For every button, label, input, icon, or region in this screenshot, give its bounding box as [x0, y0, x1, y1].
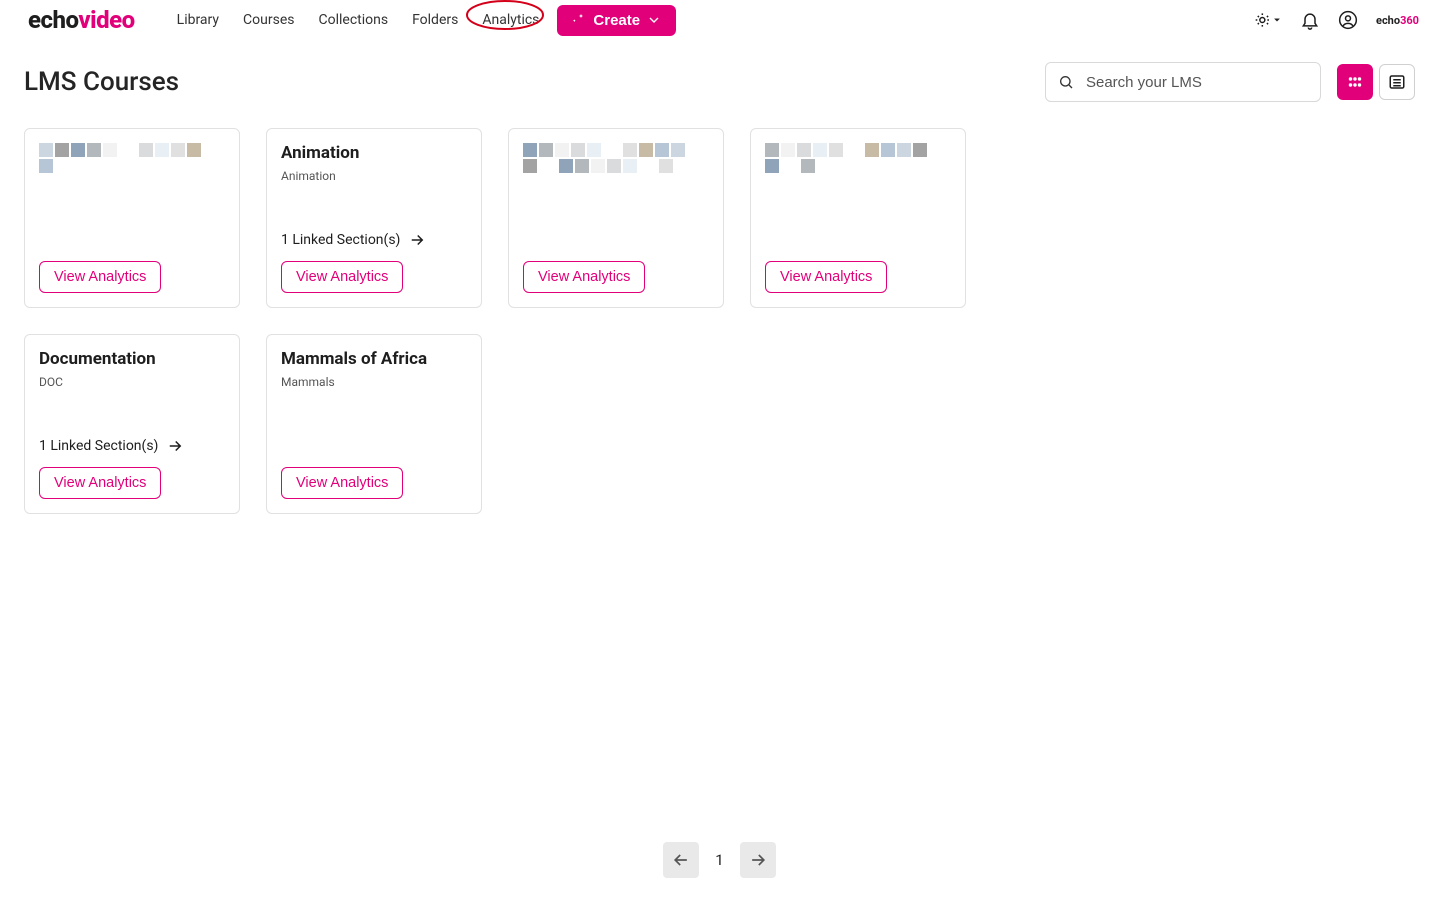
- echo360-badge[interactable]: echo360: [1376, 14, 1419, 27]
- redacted-title: [765, 143, 945, 173]
- linked-sections-link[interactable]: 1 Linked Section(s): [39, 437, 225, 455]
- nav-analytics[interactable]: Analytics: [470, 6, 551, 34]
- list-view-button[interactable]: [1379, 64, 1415, 100]
- arrow-right-icon: [748, 850, 768, 870]
- arrow-right-icon: [408, 231, 426, 249]
- course-card: Documentation DOC 1 Linked Section(s) View …: [24, 334, 240, 514]
- search-icon: [1058, 73, 1074, 91]
- linked-sections-label: 1 Linked Section(s): [39, 438, 158, 454]
- notifications-icon[interactable]: [1300, 10, 1320, 30]
- cards-container: View Analytics Animation Animation 1 Linked…: [0, 102, 1200, 514]
- prev-page-button[interactable]: [663, 842, 699, 878]
- nav-analytics-label: Analytics: [482, 12, 539, 28]
- grid-icon: [1346, 73, 1364, 91]
- course-card: View Analytics: [508, 128, 724, 308]
- card-subtitle: DOC: [39, 375, 225, 389]
- linked-sections-link[interactable]: 1 Linked Section(s): [281, 231, 467, 249]
- course-card: View Analytics: [24, 128, 240, 308]
- nav-courses[interactable]: Courses: [231, 6, 306, 34]
- account-icon[interactable]: [1338, 10, 1358, 30]
- create-label: Create: [593, 12, 640, 29]
- redacted-title: [39, 143, 219, 173]
- pagination: 1: [0, 842, 1439, 878]
- card-title: Mammals of Africa: [281, 349, 467, 369]
- brandmini-echo: echo: [1376, 14, 1400, 27]
- card-title: Animation: [281, 143, 467, 163]
- next-page-button[interactable]: [740, 842, 776, 878]
- view-analytics-button[interactable]: View Analytics: [39, 261, 161, 293]
- topbar-icons: echo360: [1254, 10, 1419, 30]
- card-subtitle: Animation: [281, 169, 467, 183]
- nav-collections[interactable]: Collections: [306, 6, 400, 34]
- arrow-left-icon: [671, 850, 691, 870]
- nav-library[interactable]: Library: [165, 6, 231, 34]
- top-nav: Library Courses Collections Folders Anal…: [165, 5, 676, 36]
- chevron-down-icon: [646, 12, 662, 28]
- brandmini-360: 360: [1400, 14, 1419, 27]
- logo-video: video: [78, 6, 134, 34]
- view-analytics-button[interactable]: View Analytics: [765, 261, 887, 293]
- logo-echo: echo: [28, 6, 78, 34]
- view-analytics-button[interactable]: View Analytics: [39, 467, 161, 499]
- view-analytics-button[interactable]: View Analytics: [281, 467, 403, 499]
- nav-folders[interactable]: Folders: [400, 6, 470, 34]
- view-analytics-button[interactable]: View Analytics: [523, 261, 645, 293]
- linked-sections-label: 1 Linked Section(s): [281, 232, 400, 248]
- search-container[interactable]: [1045, 62, 1321, 102]
- settings-dropdown-icon[interactable]: [1254, 10, 1282, 30]
- course-card: Mammals of Africa Mammals View Analytics: [266, 334, 482, 514]
- list-icon: [1388, 73, 1406, 91]
- view-analytics-button[interactable]: View Analytics: [281, 261, 403, 293]
- course-card: View Analytics: [750, 128, 966, 308]
- redacted-title: [523, 143, 703, 173]
- search-input[interactable]: [1086, 74, 1308, 91]
- course-card: Animation Animation 1 Linked Section(s) Vie…: [266, 128, 482, 308]
- logo[interactable]: echovideo: [28, 6, 135, 34]
- card-title: Documentation: [39, 349, 225, 369]
- grid-view-button[interactable]: [1337, 64, 1373, 100]
- create-button[interactable]: Create: [557, 5, 676, 36]
- magic-icon: [571, 12, 587, 28]
- card-subtitle: Mammals: [281, 375, 467, 389]
- arrow-right-icon: [166, 437, 184, 455]
- page-number: 1: [715, 851, 723, 869]
- page-title: LMS Courses: [24, 67, 179, 97]
